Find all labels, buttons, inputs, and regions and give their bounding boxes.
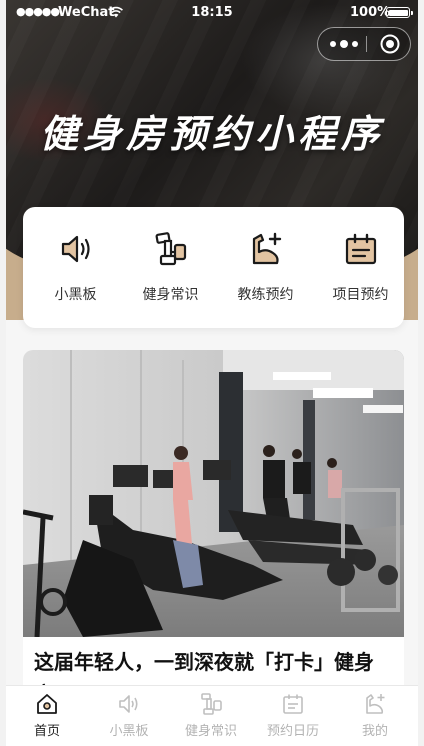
- status-bar: ●●●●● WeChat 18:15 100%: [6, 0, 418, 26]
- gym-treadmill-photo: [23, 350, 404, 637]
- quick-nav-fitness-knowledge[interactable]: 健身常识: [123, 207, 218, 328]
- calendar-icon: [283, 694, 303, 714]
- bottom-tab-bar: 首页 小黑板 健身常识 预约日历 我的: [6, 685, 418, 746]
- speaker-icon: [119, 695, 138, 713]
- battery-icon: [386, 7, 413, 18]
- tab-label: 首页: [33, 724, 60, 739]
- mini-program-capsule: [317, 27, 411, 61]
- speaker-icon: [61, 235, 90, 263]
- bicep-plus-icon: [366, 694, 385, 714]
- quick-nav-label: 教练预约: [237, 287, 294, 303]
- tab-label: 我的: [361, 724, 388, 739]
- quick-nav-label: 小黑板: [54, 287, 97, 303]
- quick-nav-blackboard[interactable]: 小黑板: [28, 207, 123, 328]
- tab-label: 小黑板: [109, 724, 149, 739]
- news-card[interactable]: 这届年轻人，一到深夜就「打卡」健身 房: [23, 350, 404, 710]
- page-title: 健身房预约小程序: [39, 112, 384, 156]
- bicep-plus-icon: [252, 232, 282, 265]
- tab-home[interactable]: 首页: [6, 686, 88, 746]
- target-close-icon[interactable]: [380, 34, 400, 54]
- capsule-divider: [366, 36, 367, 52]
- tab-fitness-knowledge[interactable]: 健身常识: [170, 686, 252, 746]
- quick-nav-label: 健身常识: [142, 287, 199, 303]
- dumbbell-icon: [155, 232, 187, 266]
- app-screen: ●●●●● WeChat 18:15 100% 健身房预约小程序 小黑板 健身常…: [6, 0, 418, 746]
- battery-percentage: 100%: [350, 5, 391, 20]
- quick-nav-coach-booking[interactable]: 教练预约: [218, 207, 313, 328]
- quick-nav-project-booking[interactable]: 项目预约: [313, 207, 408, 328]
- tab-mine[interactable]: 我的: [334, 686, 416, 746]
- calendar-icon: [345, 233, 377, 265]
- tab-booking-calendar[interactable]: 预约日历: [252, 686, 334, 746]
- tab-label: 健身常识: [184, 724, 237, 739]
- tab-label: 预约日历: [266, 724, 319, 739]
- quick-nav-card: 小黑板 健身常识 教练预约 项目预约: [23, 207, 404, 328]
- quick-nav-label: 项目预约: [332, 287, 389, 303]
- news-title-line: 这届年轻人，一到深夜就「打卡」健身: [34, 650, 374, 674]
- tab-blackboard[interactable]: 小黑板: [88, 686, 170, 746]
- home-icon: [37, 694, 57, 714]
- more-dots-icon[interactable]: [328, 28, 362, 60]
- dumbbell-icon: [201, 693, 222, 715]
